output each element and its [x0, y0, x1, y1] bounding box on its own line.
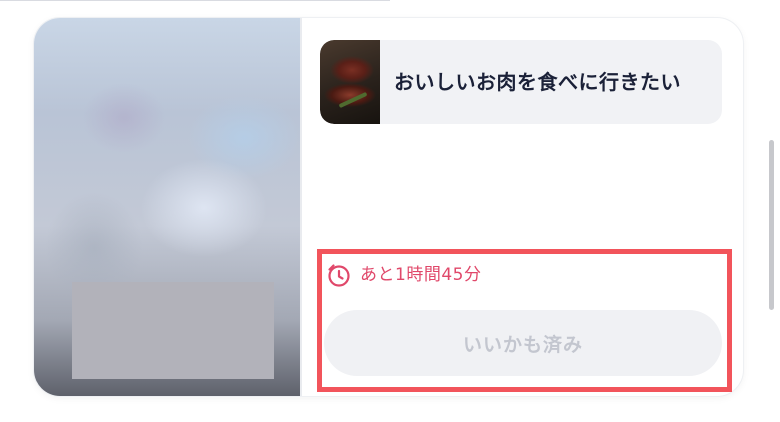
steak-thumbnail: [320, 40, 380, 124]
time-remaining: あと1時間45分: [360, 265, 482, 285]
topic-title: おいしいお肉を食べに行きたい: [394, 70, 681, 94]
invitation-card[interactable]: おいしいお肉を食べに行きたい あと1時間45分 いいかも済み: [34, 18, 743, 396]
profile-photo-blurred: [34, 18, 300, 396]
alarm-clock-icon: [328, 264, 350, 287]
card-divider: [300, 18, 302, 396]
liked-button[interactable]: いいかも済み: [324, 310, 722, 376]
herb-garnish: [338, 91, 368, 109]
scrollbar[interactable]: [769, 140, 774, 310]
redacted-overlay: [72, 282, 274, 379]
status-area: あと1時間45分 いいかも済み: [318, 252, 722, 382]
screen: おいしいお肉を食べに行きたい あと1時間45分 いいかも済み: [0, 0, 780, 422]
topic-box[interactable]: おいしいお肉を食べに行きたい: [320, 40, 722, 124]
top-divider-line: [0, 0, 390, 1]
